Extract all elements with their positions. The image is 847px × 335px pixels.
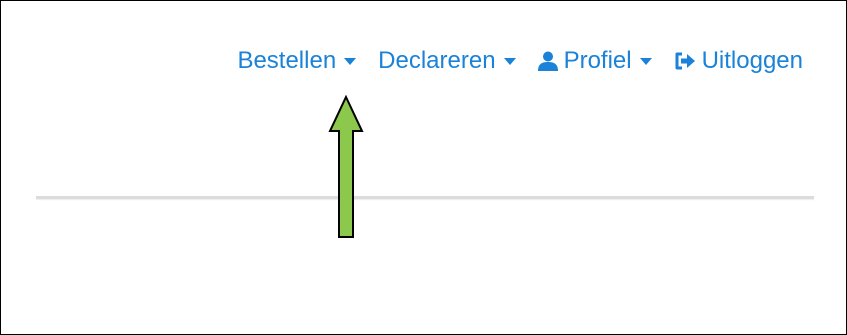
nav-item-label: Declareren — [378, 47, 496, 74]
top-navbar: Bestellen Declareren Profiel Uitloggen — [237, 46, 803, 76]
caret-down-icon — [639, 57, 652, 65]
nav-item-bestellen[interactable]: Bestellen — [237, 46, 357, 76]
logout-icon — [674, 51, 696, 71]
arrow-up-icon — [328, 94, 364, 240]
nav-item-label: Bestellen — [237, 47, 337, 74]
caret-down-icon — [344, 57, 357, 65]
caret-down-icon — [503, 57, 516, 65]
nav-item-profiel[interactable]: Profiel — [537, 46, 652, 76]
nav-item-label: Profiel — [563, 47, 632, 74]
nav-item-declareren[interactable]: Declareren — [378, 46, 516, 76]
user-icon — [537, 51, 558, 71]
nav-item-label: Uitloggen — [701, 47, 803, 74]
header-divider — [36, 196, 814, 199]
nav-item-uitloggen[interactable]: Uitloggen — [674, 46, 803, 76]
